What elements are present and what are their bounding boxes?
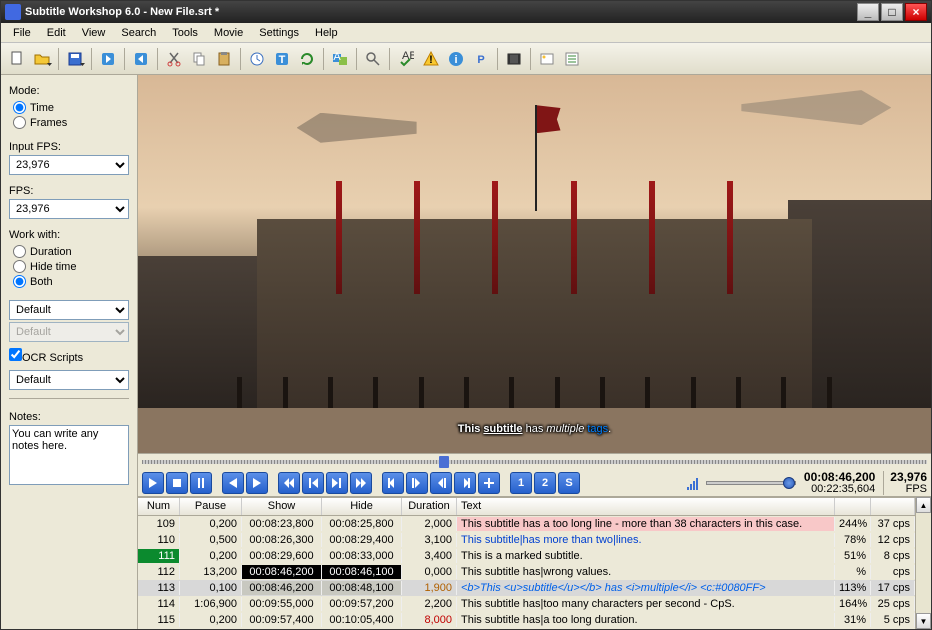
play-button[interactable]	[142, 472, 164, 494]
svg-text:A: A	[333, 51, 341, 63]
table-row[interactable]: 1110,20000:08:29,60000:08:33,0003,400Thi…	[138, 548, 915, 564]
svg-text:i: i	[454, 54, 457, 66]
maximize-button[interactable]: □	[881, 3, 903, 21]
mark-end-button[interactable]	[430, 472, 452, 494]
menu-settings[interactable]: Settings	[251, 25, 307, 41]
work-both-radio[interactable]: Both	[13, 275, 129, 288]
subtitle-overlay: This subtitle has multiple tags.	[138, 408, 931, 439]
scroll-up-icon: ▲	[916, 497, 931, 513]
seek-bar[interactable]	[138, 453, 931, 469]
menu-help[interactable]: Help	[307, 25, 346, 41]
text-icon[interactable]: T	[270, 47, 294, 71]
pascal-icon[interactable]: P	[469, 47, 493, 71]
paste-icon[interactable]	[212, 47, 236, 71]
sync-2-button[interactable]: 2	[534, 472, 556, 494]
mode-frames-radio[interactable]: Frames	[13, 116, 129, 129]
mark-start-button[interactable]	[406, 472, 428, 494]
time-display: 00:08:46,200 00:22:35,604	[804, 471, 875, 495]
menu-edit[interactable]: Edit	[39, 25, 74, 41]
toggle-button[interactable]	[190, 472, 212, 494]
svg-text:!: !	[429, 54, 433, 66]
notes-label: Notes:	[9, 411, 129, 423]
work-label: Work with:	[9, 229, 129, 241]
step-back-button[interactable]	[302, 472, 324, 494]
minimize-button[interactable]: _	[857, 3, 879, 21]
charset2-select: Default	[9, 322, 129, 342]
time-icon[interactable]	[245, 47, 269, 71]
nav-right-icon[interactable]	[96, 47, 120, 71]
input-fps-select[interactable]: 23,976	[9, 155, 129, 175]
sidebar: Mode: Time Frames Input FPS: 23,976 FPS:…	[1, 75, 138, 629]
settings-icon[interactable]	[560, 47, 584, 71]
input-fps-label: Input FPS:	[9, 141, 129, 153]
refresh-icon[interactable]	[295, 47, 319, 71]
window-title: Subtitle Workshop 6.0 - New File.srt *	[25, 6, 855, 18]
mode-label: Mode:	[9, 85, 129, 97]
table-row[interactable]: 11213,20000:08:46,20000:08:46,1000,000Th…	[138, 564, 915, 580]
notes-textarea[interactable]: You can write any notes here.	[9, 425, 129, 485]
scroll-down-icon: ▼	[916, 613, 931, 629]
table-row[interactable]: 1130,10000:08:46,20000:08:48,1001,900<b>…	[138, 580, 915, 596]
set-start-button[interactable]	[382, 472, 404, 494]
mode-time-radio[interactable]: Time	[13, 101, 129, 114]
cut-icon[interactable]	[162, 47, 186, 71]
prev-button[interactable]	[222, 472, 244, 494]
forward-button[interactable]	[350, 472, 372, 494]
spellcheck-icon[interactable]: ABC	[394, 47, 418, 71]
add-sync-button[interactable]	[478, 472, 500, 494]
save-icon[interactable]	[63, 47, 87, 71]
table-row[interactable]: 1150,20000:09:57,40000:10:05,4008,000Thi…	[138, 612, 915, 628]
nav-left-icon[interactable]	[129, 47, 153, 71]
menu-search[interactable]: Search	[113, 25, 164, 41]
menu-tools[interactable]: Tools	[164, 25, 206, 41]
fps-select[interactable]: 23,976	[9, 199, 129, 219]
video-preview[interactable]: This subtitle has multiple tags.	[138, 75, 931, 453]
set-end-button[interactable]	[454, 472, 476, 494]
menubar: File Edit View Search Tools Movie Settin…	[1, 23, 931, 43]
sync-1-button[interactable]: 1	[510, 472, 532, 494]
titlebar: Subtitle Workshop 6.0 - New File.srt * _…	[1, 1, 931, 23]
table-scrollbar[interactable]: ▲ ▼	[915, 497, 931, 629]
ocr-checkbox[interactable]: OCR Scripts	[9, 348, 129, 364]
rewind-button[interactable]	[278, 472, 300, 494]
stop-button[interactable]	[166, 472, 188, 494]
work-duration-radio[interactable]: Duration	[13, 245, 129, 258]
volume-slider[interactable]	[706, 481, 796, 485]
menu-view[interactable]: View	[74, 25, 114, 41]
video-icon[interactable]	[502, 47, 526, 71]
close-button[interactable]: ×	[905, 3, 927, 21]
open-file-icon[interactable]	[30, 47, 54, 71]
sync-s-button[interactable]: S	[558, 472, 580, 494]
info-icon[interactable]: i	[444, 47, 468, 71]
toolbar: T A ABC ! i P	[1, 43, 931, 75]
table-row[interactable]: 1141:06,90000:09:55,00000:09:57,2002,200…	[138, 596, 915, 612]
copy-icon[interactable]	[187, 47, 211, 71]
search-icon[interactable]	[361, 47, 385, 71]
subtitle-table[interactable]: Num Pause Show Hide Duration Text 1090,2…	[138, 497, 915, 629]
next-button[interactable]	[246, 472, 268, 494]
work-hide-radio[interactable]: Hide time	[13, 260, 129, 273]
translate-icon[interactable]: A	[328, 47, 352, 71]
app-icon	[5, 4, 21, 20]
player-controls: 1 2 S 00:08:46,200 00:22:35,604 23,976 F…	[138, 469, 931, 497]
preview-icon[interactable]	[535, 47, 559, 71]
fps-label: FPS:	[9, 185, 129, 197]
charset-select[interactable]: Default	[9, 300, 129, 320]
step-fwd-button[interactable]	[326, 472, 348, 494]
new-file-icon[interactable]	[5, 47, 29, 71]
table-row[interactable]: 1090,20000:08:23,80000:08:25,8002,000Thi…	[138, 516, 915, 532]
table-row[interactable]: 1100,50000:08:26,30000:08:29,4003,100Thi…	[138, 532, 915, 548]
svg-text:P: P	[477, 54, 484, 66]
volume-icon	[687, 476, 698, 490]
table-header: Num Pause Show Hide Duration Text	[138, 498, 915, 516]
menu-file[interactable]: File	[5, 25, 39, 41]
menu-movie[interactable]: Movie	[206, 25, 251, 41]
warning-icon[interactable]: !	[419, 47, 443, 71]
svg-text:T: T	[279, 54, 286, 66]
ocr-select[interactable]: Default	[9, 370, 129, 390]
fps-display: 23,976 FPS	[883, 471, 927, 495]
